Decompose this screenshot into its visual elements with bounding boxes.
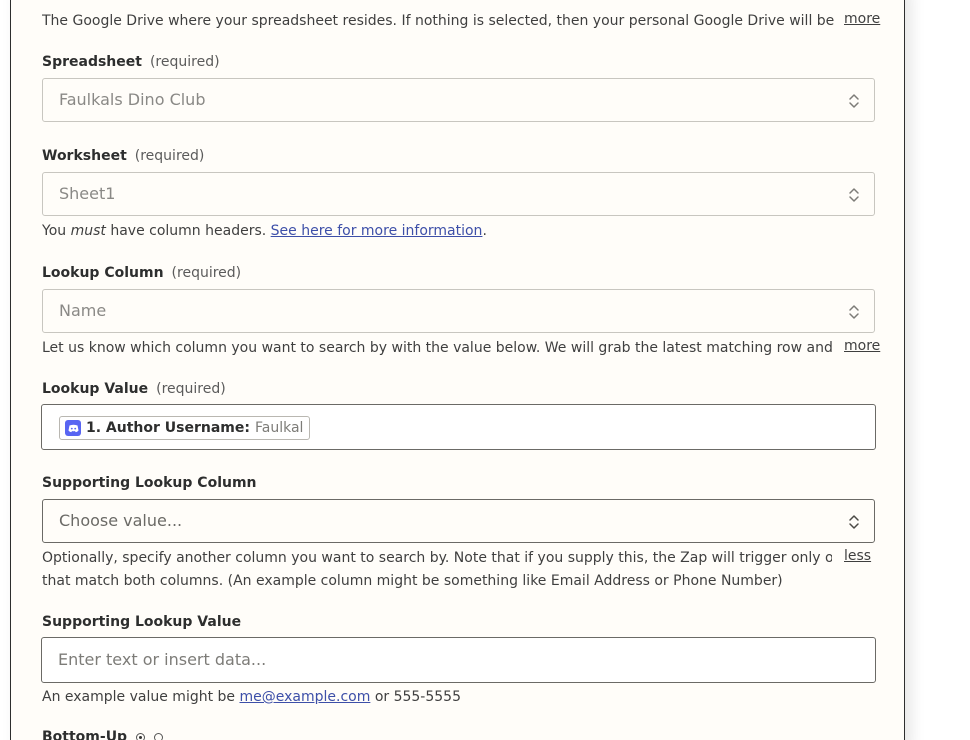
lookup-column-label: Lookup Column (required) <box>42 265 241 281</box>
worksheet-select[interactable]: Sheet1 <box>42 172 875 216</box>
lookup-column-more-link[interactable]: more <box>844 338 880 354</box>
form-panel: The Google Drive where your spreadsheet … <box>10 0 905 740</box>
chevron-up-down-icon <box>849 188 859 202</box>
spreadsheet-required: (required) <box>149 54 220 70</box>
bottom-up-label-text: Bottom-Up <box>42 729 128 740</box>
supporting-value-placeholder: Enter text or insert data... <box>58 650 267 669</box>
bottom-up-radio-false[interactable] <box>153 732 163 740</box>
spreadsheet-value: Faulkals Dino Club <box>59 90 206 109</box>
supporting-value-label: Supporting Lookup Value <box>42 614 242 630</box>
supporting-column-description-line2: that match both columns. (An example col… <box>42 573 783 589</box>
spreadsheet-select[interactable]: Faulkals Dino Club <box>42 78 875 122</box>
lookup-value-input[interactable]: 1. Author Username: Faulkal <box>41 404 876 450</box>
supporting-value-input[interactable]: Enter text or insert data... <box>41 637 876 683</box>
drive-more-link[interactable]: more <box>844 11 880 27</box>
discord-icon <box>65 420 81 436</box>
example-email-link[interactable]: me@example.com <box>239 689 370 705</box>
spreadsheet-label: Spreadsheet (required) <box>42 54 220 70</box>
pill-value: Faulkal <box>255 420 304 436</box>
worksheet-help-link[interactable]: See here for more information <box>271 223 483 239</box>
lookup-column-description: Let us know which column you want to sea… <box>42 340 832 356</box>
supporting-column-select[interactable]: Choose value... <box>42 499 875 543</box>
chevron-up-down-icon <box>849 305 859 319</box>
worksheet-required: (required) <box>134 148 205 164</box>
supporting-column-less-link[interactable]: less <box>844 548 871 564</box>
chevron-up-down-icon <box>849 94 859 108</box>
supporting-value-help-suffix: or 555-5555 <box>374 689 461 705</box>
worksheet-help-mid: have column headers. <box>110 223 267 239</box>
lookup-value-label-text: Lookup Value <box>42 381 149 397</box>
supporting-column-placeholder: Choose value... <box>59 511 183 530</box>
supporting-value-help: An example value might be me@example.com… <box>42 686 461 709</box>
worksheet-help-em: must <box>70 223 106 239</box>
supporting-value-help-prefix: An example value might be <box>42 689 236 705</box>
lookup-value-label: Lookup Value (required) <box>42 381 226 397</box>
pill-key: 1. Author Username: <box>86 420 250 436</box>
lookup-column-select[interactable]: Name <box>42 289 875 333</box>
worksheet-label: Worksheet (required) <box>42 148 204 164</box>
bottom-up-radio-true[interactable] <box>135 732 145 740</box>
worksheet-value: Sheet1 <box>59 184 116 203</box>
bottom-up-label: Bottom-Up <box>42 729 163 740</box>
worksheet-help: You must have column headers. See here f… <box>42 220 487 243</box>
worksheet-label-text: Worksheet <box>42 148 127 164</box>
lookup-column-label-text: Lookup Column <box>42 265 164 281</box>
chevron-up-down-icon <box>849 515 859 529</box>
lookup-value-pill[interactable]: 1. Author Username: Faulkal <box>59 416 311 440</box>
spreadsheet-label-text: Spreadsheet <box>42 54 142 70</box>
lookup-column-value: Name <box>59 301 107 320</box>
lookup-value-required: (required) <box>156 381 226 397</box>
lookup-column-required: (required) <box>171 265 242 281</box>
worksheet-help-prefix: You <box>42 223 67 239</box>
drive-description: The Google Drive where your spreadsheet … <box>42 13 837 29</box>
supporting-column-label: Supporting Lookup Column <box>42 475 257 491</box>
worksheet-help-suffix: . <box>482 223 487 239</box>
supporting-column-description-line1: Optionally, specify another column you w… <box>42 550 832 566</box>
